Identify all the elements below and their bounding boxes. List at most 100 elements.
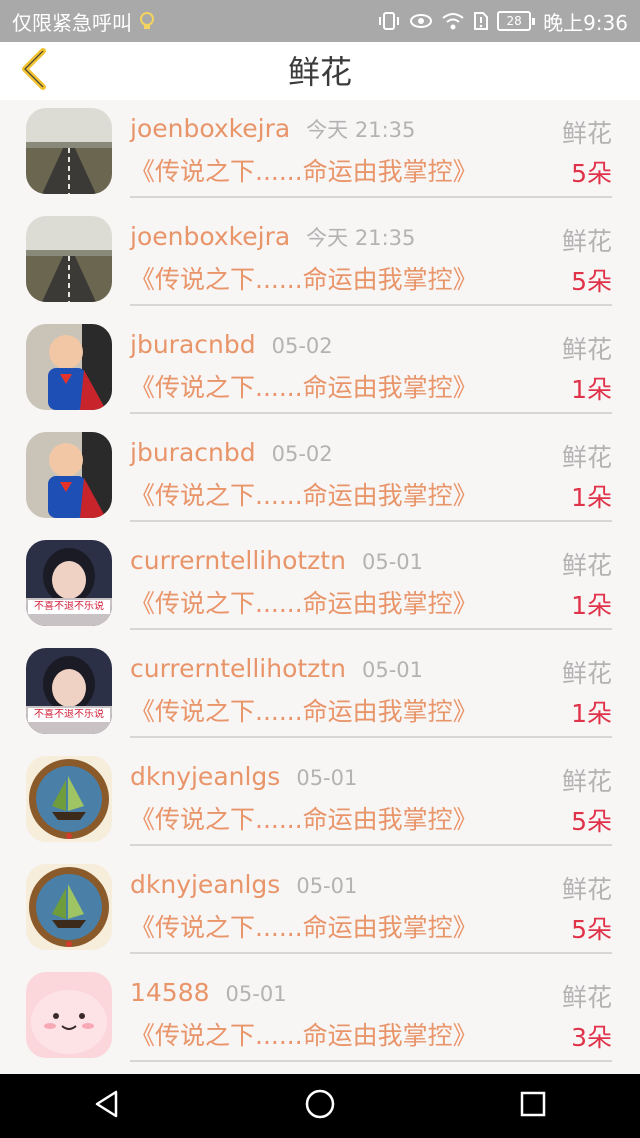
status-left: 仅限紧急呼叫 [12,7,156,36]
username[interactable]: dknyjeanlgs [130,762,280,791]
home-circle-icon [304,1088,336,1124]
avatar[interactable] [26,216,112,302]
divider [130,520,612,522]
list-item[interactable]: dknyjeanlgs 05-01 鲜花 《传说之下......命运由我掌控》 5… [0,748,640,856]
timestamp: 05-02 [271,334,333,358]
wifi-icon [441,11,465,31]
list-item[interactable]: dknyjeanlgs 05-01 鲜花 《传说之下......命运由我掌控》 5… [0,856,640,964]
flower-gift-list: joenboxkejra 今天 21:35 鲜花 《传说之下......命运由我掌… [0,100,640,1074]
avatar-caption: 不喜不退不乐说 [34,601,104,612]
username[interactable]: jburacnbd [130,330,256,359]
flower-label: 鲜花 [561,983,612,1012]
recents-square-icon [519,1090,547,1122]
timestamp: 今天 21:35 [306,226,416,250]
nav-back-button[interactable] [72,1074,142,1138]
username-line: jburacnbd 05-02 [130,438,333,467]
username[interactable]: 14588 [130,978,210,1007]
username-line: 14588 05-01 [130,978,287,1007]
avatar[interactable] [26,756,112,842]
timestamp: 今天 21:35 [306,118,416,142]
back-triangle-icon [92,1089,122,1123]
timestamp: 05-01 [361,658,423,682]
username[interactable]: currerntellihotztn [130,654,346,683]
flower-label: 鲜花 [561,767,612,796]
username-line: dknyjeanlgs 05-01 [130,870,357,899]
system-nav-bar [0,1074,640,1138]
list-item[interactable]: jburacnbd 05-02 鲜花 《传说之下......命运由我掌控》 1朵 [0,424,640,532]
sim-alert-icon [473,11,489,31]
nav-recents-button[interactable] [498,1074,568,1138]
avatar[interactable]: 不喜不退不乐说 [26,540,112,626]
timestamp: 05-01 [296,874,358,898]
list-item[interactable]: joenboxkejra 今天 21:35 鲜花 《传说之下......命运由我掌… [0,208,640,316]
eye-icon [409,12,433,30]
flower-label: 鲜花 [561,551,612,580]
list-item[interactable]: 14588 05-01 鲜花 《传说之下......命运由我掌控》 3朵 [0,964,640,1072]
status-right: 28 晚上9:36 [377,7,628,36]
flower-label: 鲜花 [561,443,612,472]
flower-count: 5朵 [571,159,612,188]
list-item[interactable]: jburacnbd 05-02 鲜花 《传说之下......命运由我掌控》 1朵 [0,316,640,424]
flower-count: 1朵 [571,591,612,620]
book-title[interactable]: 《传说之下......命运由我掌控》 [130,152,478,188]
book-title[interactable]: 《传说之下......命运由我掌控》 [130,800,478,836]
battery-icon: 28 [497,11,532,31]
avatar[interactable] [26,972,112,1058]
avatar[interactable]: 不喜不退不乐说 [26,648,112,734]
flower-count: 1朵 [571,699,612,728]
username[interactable]: joenboxkejra [130,114,290,143]
battery-tip [532,17,536,25]
username[interactable]: dknyjeanlgs [130,870,280,899]
nav-home-button[interactable] [285,1074,355,1138]
divider [130,196,612,198]
avatar[interactable] [26,324,112,410]
divider [130,304,612,306]
avatar[interactable] [26,864,112,950]
timestamp: 05-01 [296,766,358,790]
flower-count: 5朵 [571,267,612,296]
clock-text: 晚上9:36 [543,10,628,35]
book-title[interactable]: 《传说之下......命运由我掌控》 [130,368,478,404]
divider [130,1060,612,1062]
book-title[interactable]: 《传说之下......命运由我掌控》 [130,584,478,620]
username-line: joenboxkejra 今天 21:35 [130,222,415,252]
timestamp: 05-02 [271,442,333,466]
page-title: 鲜花 [287,53,352,91]
avatar[interactable] [26,108,112,194]
username-line: dknyjeanlgs 05-01 [130,762,357,791]
flower-label: 鲜花 [561,119,612,148]
username[interactable]: jburacnbd [130,438,256,467]
flower-count: 1朵 [571,375,612,404]
username-line: currerntellihotztn 05-01 [130,654,423,683]
divider [130,628,612,630]
divider [130,412,612,414]
timestamp: 05-01 [225,982,287,1006]
flower-count: 1朵 [571,483,612,512]
status-bar: 仅限紧急呼叫 28 晚上9:36 [0,0,640,42]
book-title[interactable]: 《传说之下......命运由我掌控》 [130,260,478,296]
book-title[interactable]: 《传说之下......命运由我掌控》 [130,692,478,728]
username[interactable]: currerntellihotztn [130,546,346,575]
username[interactable]: joenboxkejra [130,222,290,251]
book-title[interactable]: 《传说之下......命运由我掌控》 [130,476,478,512]
flower-label: 鲜花 [561,227,612,256]
lightbulb-icon [138,11,156,31]
vibrate-icon [377,11,401,31]
avatar-caption: 不喜不退不乐说 [34,709,104,720]
flower-count: 5朵 [571,915,612,944]
list-item[interactable]: 不喜不退不乐说 currerntellihotztn 05-01 鲜花 《传说之下… [0,532,640,640]
divider [130,736,612,738]
flower-count: 3朵 [571,1023,612,1052]
list-item[interactable]: joenboxkejra 今天 21:35 鲜花 《传说之下......命运由我掌… [0,100,640,208]
avatar[interactable] [26,432,112,518]
flower-label: 鲜花 [561,875,612,904]
flower-label: 鲜花 [561,335,612,364]
username-line: jburacnbd 05-02 [130,330,333,359]
book-title[interactable]: 《传说之下......命运由我掌控》 [130,1016,478,1052]
list-item[interactable]: 不喜不退不乐说 currerntellihotztn 05-01 鲜花 《传说之下… [0,640,640,748]
username-line: joenboxkejra 今天 21:35 [130,114,415,144]
timestamp: 05-01 [361,550,423,574]
divider [130,844,612,846]
book-title[interactable]: 《传说之下......命运由我掌控》 [130,908,478,944]
username-line: currerntellihotztn 05-01 [130,546,423,575]
